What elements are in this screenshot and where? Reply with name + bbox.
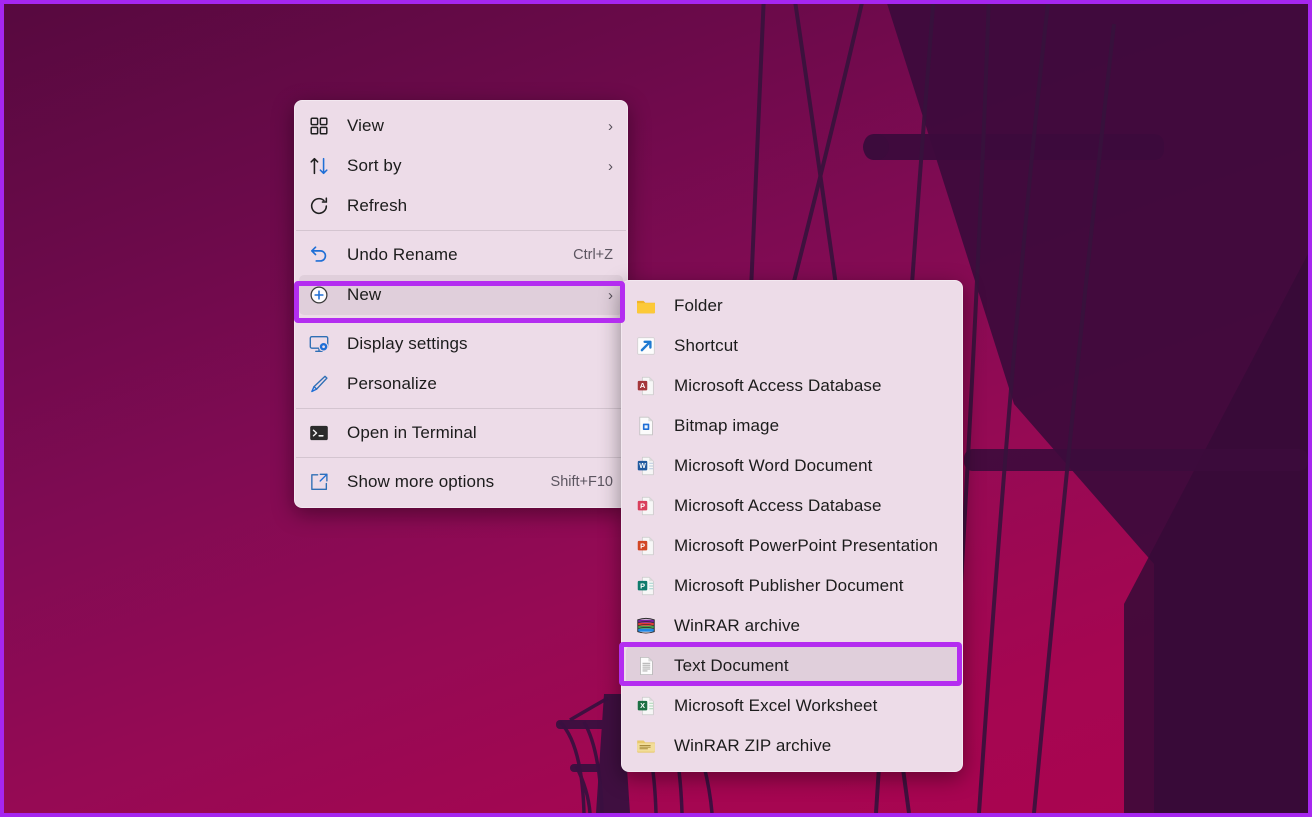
menu-item-microsoft-access-database[interactable]: P Microsoft Access Database bbox=[626, 486, 958, 526]
menu-separator bbox=[296, 319, 626, 320]
menu-item-microsoft-access-database[interactable]: A Microsoft Access Database bbox=[626, 366, 958, 406]
access-database-alt-icon: P bbox=[634, 494, 658, 518]
menu-item-show-more-options[interactable]: Show more options Shift+F10 bbox=[299, 462, 623, 502]
menu-item-label: Microsoft Access Database bbox=[674, 496, 948, 516]
menu-item-microsoft-powerpoint-presentation[interactable]: P Microsoft PowerPoint Presentation bbox=[626, 526, 958, 566]
undo-icon bbox=[307, 243, 331, 267]
menu-item-label: Bitmap image bbox=[674, 416, 948, 436]
svg-text:X: X bbox=[640, 701, 645, 710]
shortcut-icon bbox=[634, 334, 658, 358]
menu-item-label: Folder bbox=[674, 296, 948, 316]
menu-item-label: WinRAR ZIP archive bbox=[674, 736, 948, 756]
powerpoint-icon: P bbox=[634, 534, 658, 558]
new-submenu[interactable]: Folder Shortcut A Microsoft Access Database… bbox=[621, 280, 963, 772]
menu-item-label: View bbox=[347, 116, 598, 136]
menu-item-shortcut: Ctrl+Z bbox=[573, 247, 613, 263]
chevron-right-icon: › bbox=[608, 119, 613, 134]
menu-item-text-document[interactable]: Text Document bbox=[626, 646, 958, 686]
menu-item-microsoft-word-document[interactable]: W Microsoft Word Document bbox=[626, 446, 958, 486]
menu-item-sort-by[interactable]: Sort by › bbox=[299, 146, 623, 186]
menu-item-view[interactable]: View › bbox=[299, 106, 623, 146]
sort-icon bbox=[307, 154, 331, 178]
menu-separator bbox=[296, 457, 626, 458]
menu-item-bitmap-image[interactable]: Bitmap image bbox=[626, 406, 958, 446]
menu-item-label: Undo Rename bbox=[347, 245, 561, 265]
chevron-right-icon: › bbox=[608, 288, 613, 303]
svg-text:P: P bbox=[640, 541, 645, 550]
bitmap-image-icon bbox=[634, 414, 658, 438]
menu-item-display-settings[interactable]: Display settings bbox=[299, 324, 623, 364]
menu-separator bbox=[296, 230, 626, 231]
menu-item-new[interactable]: New › bbox=[299, 275, 623, 315]
winrar-archive-icon bbox=[634, 614, 658, 638]
menu-item-refresh[interactable]: Refresh bbox=[299, 186, 623, 226]
refresh-icon bbox=[307, 194, 331, 218]
menu-item-label: WinRAR archive bbox=[674, 616, 948, 636]
svg-text:P: P bbox=[640, 581, 645, 590]
menu-item-winrar-archive[interactable]: WinRAR archive bbox=[626, 606, 958, 646]
menu-item-microsoft-excel-worksheet[interactable]: X Microsoft Excel Worksheet bbox=[626, 686, 958, 726]
word-document-icon: W bbox=[634, 454, 658, 478]
menu-item-label: Refresh bbox=[347, 196, 613, 216]
menu-separator bbox=[296, 408, 626, 409]
desktop-screen: View › Sort by › Refresh Undo Rename Ctrl+Z New… bbox=[0, 0, 1312, 817]
menu-item-label: Text Document bbox=[674, 656, 948, 676]
menu-item-shortcut: Shift+F10 bbox=[551, 474, 613, 490]
menu-item-label: New bbox=[347, 285, 598, 305]
text-document-icon bbox=[634, 654, 658, 678]
access-database-icon: A bbox=[634, 374, 658, 398]
menu-item-label: Microsoft PowerPoint Presentation bbox=[674, 536, 948, 556]
chevron-right-icon: › bbox=[608, 159, 613, 174]
menu-item-label: Shortcut bbox=[674, 336, 948, 356]
menu-item-folder[interactable]: Folder bbox=[626, 286, 958, 326]
paintbrush-icon bbox=[307, 372, 331, 396]
svg-text:P: P bbox=[640, 501, 645, 510]
svg-text:A: A bbox=[640, 381, 646, 390]
menu-item-label: Microsoft Access Database bbox=[674, 376, 948, 396]
plus-circle-icon bbox=[307, 283, 331, 307]
publisher-icon: P bbox=[634, 574, 658, 598]
menu-item-label: Open in Terminal bbox=[347, 423, 613, 443]
grid-view-icon bbox=[307, 114, 331, 138]
folder-icon bbox=[634, 294, 658, 318]
desktop-context-menu[interactable]: View › Sort by › Refresh Undo Rename Ctrl+Z New… bbox=[294, 100, 628, 508]
menu-item-label: Sort by bbox=[347, 156, 598, 176]
menu-item-personalize[interactable]: Personalize bbox=[299, 364, 623, 404]
menu-item-label: Display settings bbox=[347, 334, 613, 354]
menu-item-label: Microsoft Excel Worksheet bbox=[674, 696, 948, 716]
menu-item-label: Personalize bbox=[347, 374, 613, 394]
svg-text:W: W bbox=[639, 463, 646, 470]
excel-worksheet-icon: X bbox=[634, 694, 658, 718]
menu-item-label: Show more options bbox=[347, 472, 539, 492]
display-settings-icon bbox=[307, 332, 331, 356]
menu-item-winrar-zip-archive[interactable]: WinRAR ZIP archive bbox=[626, 726, 958, 766]
menu-item-shortcut[interactable]: Shortcut bbox=[626, 326, 958, 366]
menu-item-label: Microsoft Word Document bbox=[674, 456, 948, 476]
menu-item-open-in-terminal[interactable]: Open in Terminal bbox=[299, 413, 623, 453]
terminal-icon bbox=[307, 421, 331, 445]
show-more-options-icon bbox=[307, 470, 331, 494]
menu-item-microsoft-publisher-document[interactable]: P Microsoft Publisher Document bbox=[626, 566, 958, 606]
menu-item-undo-rename[interactable]: Undo Rename Ctrl+Z bbox=[299, 235, 623, 275]
menu-item-label: Microsoft Publisher Document bbox=[674, 576, 948, 596]
winrar-zip-icon bbox=[634, 734, 658, 758]
